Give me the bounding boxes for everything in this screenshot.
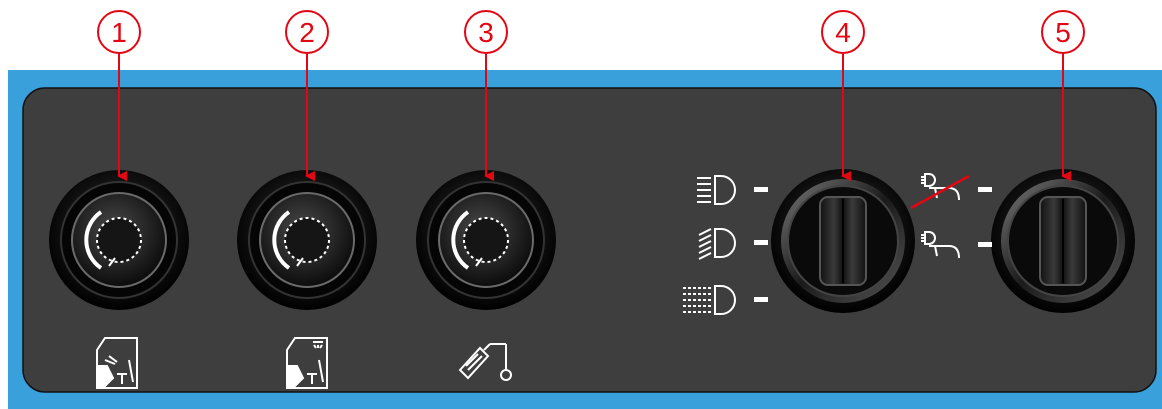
rotary-switch-4[interactable] [771,169,915,313]
callout-number: 2 [299,17,315,48]
knob-1[interactable] [49,170,189,310]
panel-face [22,87,1157,393]
callout-number: 4 [835,17,851,48]
callout-number: 3 [478,17,494,48]
rotary-switch-5[interactable] [991,169,1135,313]
control-panel-diagram: 1 2 3 4 5 [8,10,1162,409]
callout-number: 1 [111,17,127,48]
knob-2[interactable] [237,170,377,310]
callout-number: 5 [1055,17,1071,48]
knob-3[interactable] [416,170,556,310]
